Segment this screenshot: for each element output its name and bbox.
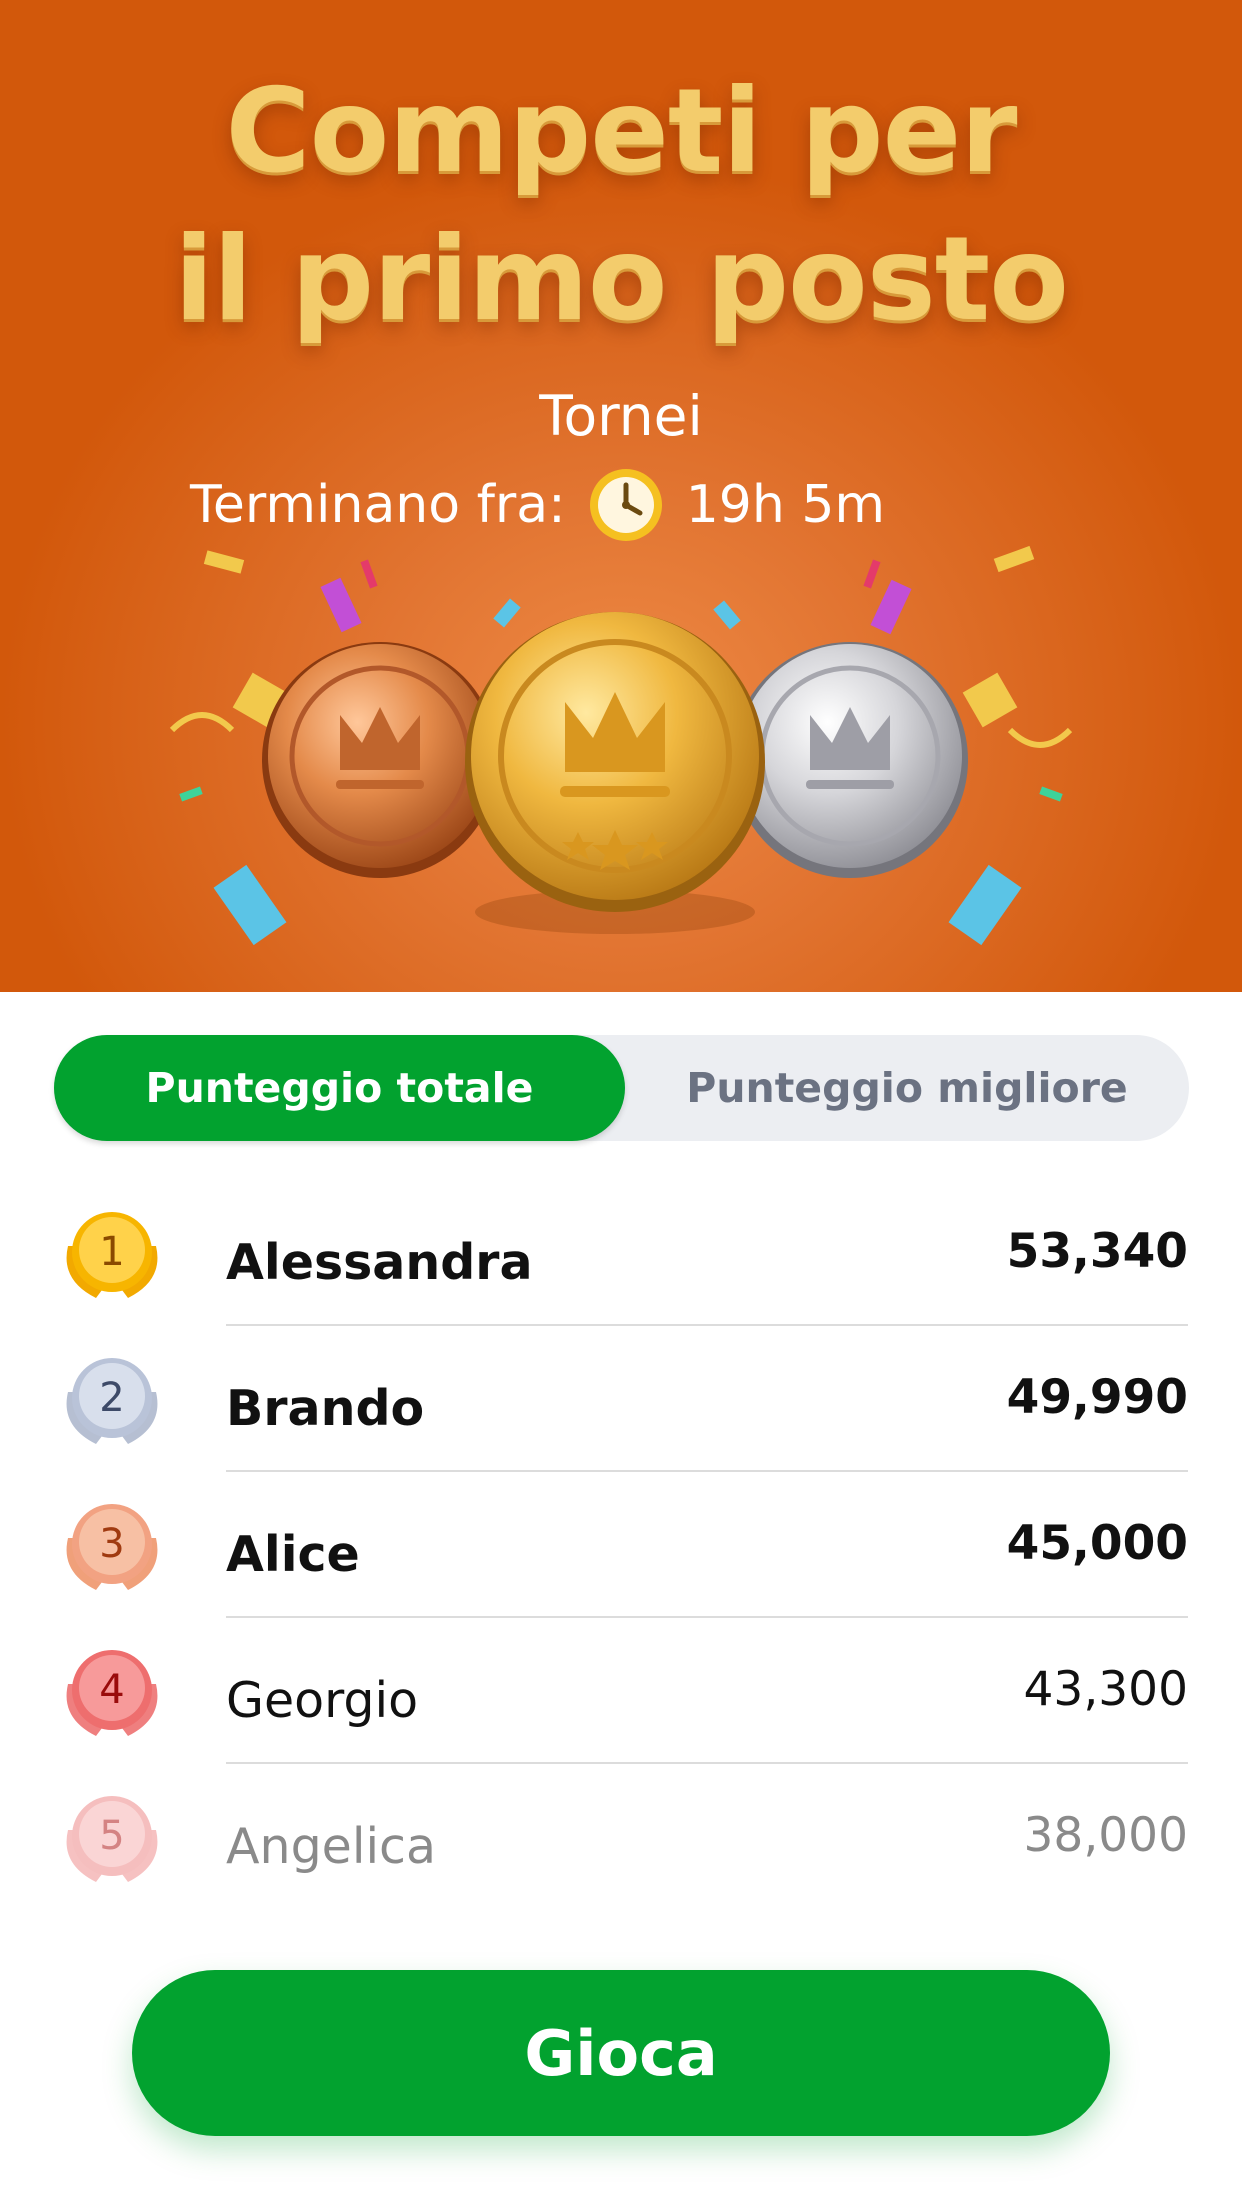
rank-badge-pink-icon: 5 [66,1796,158,1882]
tab-punteggio-totale[interactable]: Punteggio totale [54,1035,625,1141]
rank-number: 4 [99,1667,124,1713]
countdown-value: 19h 5m [685,475,886,535]
player-score: 45,000 [1006,1516,1188,1571]
player-score: 43,300 [1023,1662,1188,1717]
rank-badge-gold-icon: 1 [66,1212,158,1298]
tab-punteggio-migliore[interactable]: Punteggio migliore [625,1035,1189,1141]
player-name: Angelica [226,1818,437,1875]
player-score: 53,340 [1006,1224,1188,1279]
leaderboard-row[interactable]: 5 Angelica 38,000 [0,1764,1242,1910]
clock-icon [589,469,662,541]
leaderboard-row[interactable]: 4 Georgio 43,300 [0,1618,1242,1764]
leaderboard-row[interactable]: 3 Alice 45,000 [0,1472,1242,1618]
play-button[interactable]: Gioca [132,1970,1110,2136]
rank-number: 1 [99,1229,124,1275]
rank-number: 3 [99,1521,124,1567]
gold-medal [465,612,765,934]
rank-number: 2 [99,1375,124,1421]
hero-title-line-2: il primo posto [174,212,1069,347]
section-subtitle: Tornei [539,384,703,448]
medals-illustration [169,545,1073,946]
hero-title-line-1: Competi per [225,64,1018,199]
bronze-medal [262,642,498,878]
leaderboard-row[interactable]: 1 Alessandra 53,340 [0,1180,1242,1326]
player-name: Georgio [226,1672,419,1729]
silver-medal [732,642,968,878]
rank-number: 5 [99,1813,124,1859]
rank-badge-silver-icon: 2 [66,1358,158,1444]
player-name: Alice [226,1526,360,1583]
hero-title: Competi per il primo posto [0,58,1242,354]
player-score: 49,990 [1006,1370,1188,1425]
countdown: Terminano fra: 19h 5m [190,469,886,541]
hero-banner: Competi per il primo posto Tornei Termin… [0,0,1242,992]
rank-badge-red-icon: 4 [66,1650,158,1736]
score-tabs: Punteggio totale Punteggio migliore [54,1035,1189,1141]
rank-badge-bronze-icon: 3 [66,1504,158,1590]
leaderboard-list: 1 Alessandra 53,340 2 Brando 49,990 3 Al… [0,1180,1242,1910]
player-name: Brando [226,1380,425,1437]
player-name: Alessandra [226,1234,533,1291]
leaderboard-row[interactable]: 2 Brando 49,990 [0,1326,1242,1472]
player-score: 38,000 [1023,1808,1188,1863]
countdown-label: Terminano fra: [190,475,566,535]
